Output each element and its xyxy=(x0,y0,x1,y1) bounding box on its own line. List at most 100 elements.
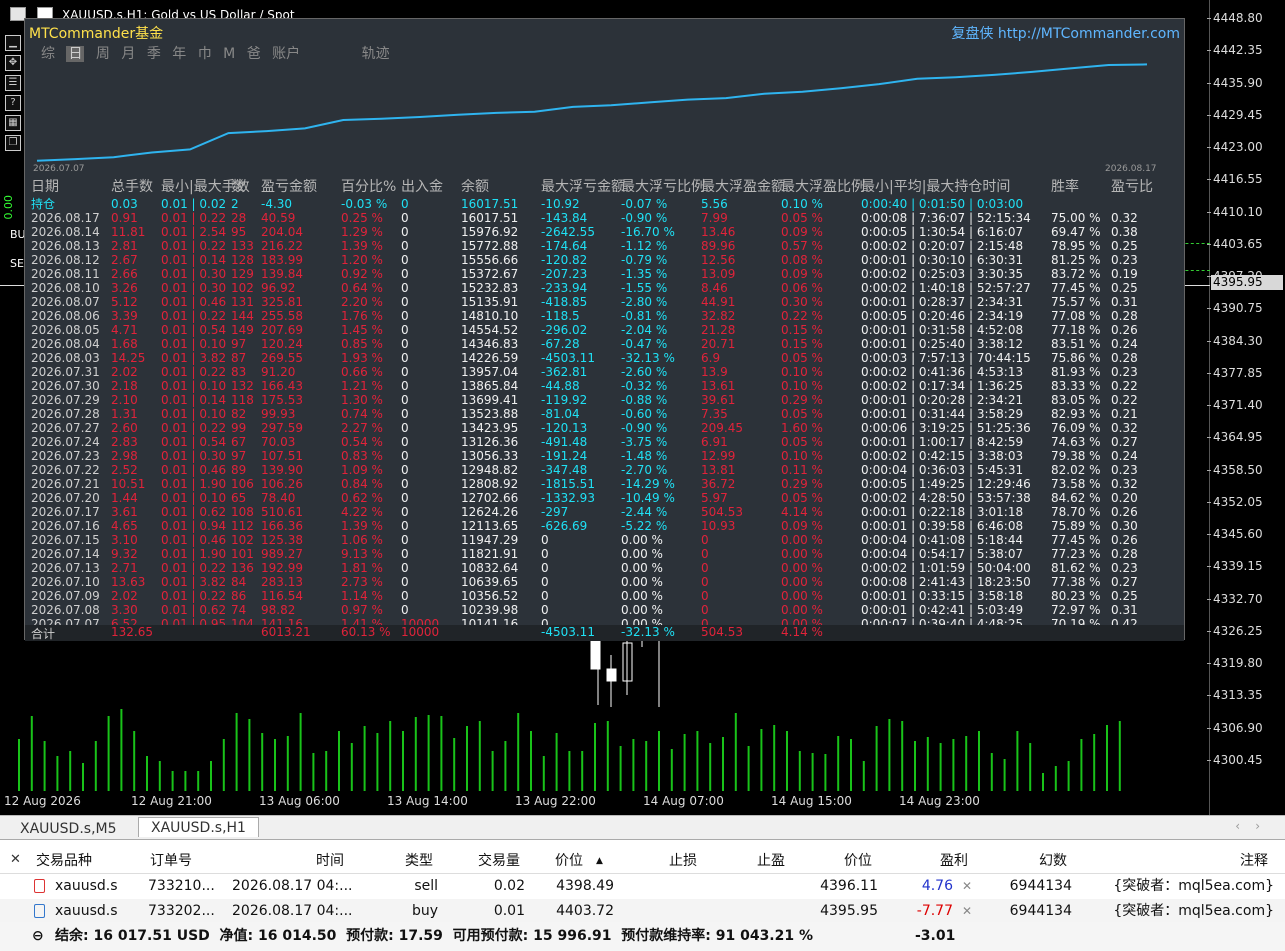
tab-period[interactable]: 年 xyxy=(172,46,186,62)
table-cell: 0:00:01 | 0:31:44 | 3:58:29 xyxy=(861,407,1024,421)
col-magic[interactable]: 幻数 xyxy=(1039,848,1067,874)
price-tick: 4319.80 xyxy=(1207,656,1263,670)
table-row: 2026.08.12 2.67 0.01 | 0.14 128 183.99 1.20 %… xyxy=(25,253,1184,267)
tab-period[interactable]: 爸 xyxy=(247,46,261,62)
help-icon[interactable]: ? xyxy=(5,95,21,111)
restore-icon[interactable]: ❐ xyxy=(5,135,21,151)
table-cell: 0.22 xyxy=(1111,393,1138,407)
table-cell: 0.01 | 0.46 xyxy=(161,295,227,309)
tab-period[interactable]: 季 xyxy=(147,46,161,62)
tab-period[interactable]: 周 xyxy=(96,46,110,62)
tab-period[interactable]: 综 xyxy=(41,46,55,62)
table-cell: 12702.66 xyxy=(461,491,519,505)
col-sl[interactable]: 止损 xyxy=(669,848,697,874)
brand-right[interactable]: 复盘侠 http://MTCommander.com xyxy=(951,23,1180,43)
col-symbol[interactable]: 交易品种 xyxy=(36,848,92,874)
chart-tab[interactable]: XAUUSD.s,M5 xyxy=(8,819,129,839)
close-position-icon[interactable]: ✕ xyxy=(962,874,972,899)
table-header-cell: 最大浮盈金额 xyxy=(701,179,785,195)
table-cell: 192.99 xyxy=(261,561,303,575)
table-cell: 0.19 xyxy=(1111,267,1138,281)
price-chart[interactable]: XAUUSD.s,H1: Gold vs US Dollar / Spot ▁ … xyxy=(0,0,1210,815)
table-cell: 86 xyxy=(231,589,247,603)
tab-period[interactable]: 账户 xyxy=(272,46,300,62)
table-cell: 0.10 % xyxy=(781,449,823,463)
move-icon[interactable]: ✥ xyxy=(5,55,21,71)
col-type[interactable]: 类型 xyxy=(405,848,433,874)
stats-table: 日期 总手数 最小|最大手数数盈亏金额 百分比% 出入金 余额 最大浮亏金额 最大浮亏比例 最大… xyxy=(25,177,1184,631)
col-ticket[interactable]: 订单号 xyxy=(150,848,192,874)
table-cell: 0.09 % xyxy=(781,519,823,533)
col-comment[interactable]: 注释 xyxy=(1240,848,1268,874)
table-cell: 11.81 xyxy=(111,225,146,239)
table-cell: 4.22 % xyxy=(341,505,383,519)
table-cell: 10639.65 xyxy=(461,575,519,589)
tab-period[interactable]: 月 xyxy=(121,46,135,62)
table-cell: 0.01 | 0.46 xyxy=(161,463,227,477)
table-cell: -120.13 xyxy=(541,421,588,435)
col-open-price[interactable]: 价位 xyxy=(555,848,583,874)
table-cell: 81.93 % xyxy=(1051,365,1101,379)
table-cell: 15556.66 xyxy=(461,253,519,267)
tab-period[interactable]: M xyxy=(223,46,235,62)
trade-cell-symbol: xauusd.s xyxy=(55,878,118,894)
minimize-icon[interactable]: ▁ xyxy=(5,35,21,51)
table-cell: 0:00:02 | 4:28:50 | 53:57:38 xyxy=(861,491,1031,505)
tab-period[interactable]: 轨迹 xyxy=(362,46,390,62)
chart-tab-active[interactable]: XAUUSD.s,H1 xyxy=(138,817,259,837)
table-cell: 0.97 % xyxy=(341,603,383,617)
table-cell: 0:00:05 | 1:30:54 | 6:16:07 xyxy=(861,225,1024,239)
table-cell: 15135.91 xyxy=(461,295,519,309)
table-cell: 12808.92 xyxy=(461,477,519,491)
buy-order-icon xyxy=(34,904,45,918)
table-cell: 0.27 xyxy=(1111,435,1138,449)
table-header-cell: 盈亏金额 xyxy=(261,179,317,195)
table-header-cell: 总手数 xyxy=(111,179,153,195)
close-position-icon[interactable]: ✕ xyxy=(962,899,972,924)
table-cell: 0.57 % xyxy=(781,239,823,253)
list-icon[interactable]: ☰ xyxy=(5,75,21,91)
col-tp[interactable]: 止盈 xyxy=(757,848,785,874)
collapse-icon[interactable]: ⊖ xyxy=(32,922,44,951)
table-cell: 77.08 % xyxy=(1051,309,1101,323)
trade-cell-profit: -7.77 xyxy=(916,903,953,919)
table-cell: 0 xyxy=(401,337,409,351)
trade-row[interactable]: xauusd.s 733202... 2026.08.17 04:... buy 0.0… xyxy=(0,899,1285,924)
table-cell: 149 xyxy=(231,323,254,337)
table-cell: 2026.07.22 xyxy=(31,463,100,477)
table-cell: 2026.07.15 xyxy=(31,533,100,547)
table-cell: 0.01 | 0.22 xyxy=(161,561,227,575)
table-cell: -174.64 xyxy=(541,239,588,253)
trade-row[interactable]: xauusd.s 733210... 2026.08.17 04:... sell 0.… xyxy=(0,874,1285,899)
table-cell: 16017.51 xyxy=(461,197,519,211)
table-cell: 97 xyxy=(231,337,247,351)
time-label: 13 Aug 22:00 xyxy=(515,794,596,808)
table-cell: 82.02 % xyxy=(1051,463,1101,477)
table-cell: 75.86 % xyxy=(1051,351,1101,365)
table-cell: -2.60 % xyxy=(621,365,668,379)
col-time[interactable]: 时间 xyxy=(316,848,344,874)
col-price[interactable]: 价位 xyxy=(844,848,872,874)
tab-period[interactable]: 巾 xyxy=(198,46,212,62)
tab-period-active[interactable]: 日 xyxy=(66,46,85,62)
grid-icon[interactable]: ▦ xyxy=(5,115,21,131)
table-cell: 2026.07.23 xyxy=(31,449,100,463)
table-cell: -10.49 % xyxy=(621,491,675,505)
table-cell: 0 xyxy=(401,225,409,239)
table-cell: 0.01 | 0.02 xyxy=(161,197,227,211)
mini-start-date: 2026.07.07 xyxy=(33,164,85,174)
table-cell: 16017.51 xyxy=(461,211,519,225)
table-cell: 77.23 % xyxy=(1051,547,1101,561)
table-cell: 0 xyxy=(401,561,409,575)
trade-cell-symbol: xauusd.s xyxy=(55,903,118,919)
scroll-right-icon[interactable]: › xyxy=(1255,819,1260,833)
table-cell: 15232.83 xyxy=(461,281,519,295)
table-cell: 3.39 xyxy=(111,309,138,323)
col-profit[interactable]: 盈利 xyxy=(940,848,968,874)
table-cell: 2 xyxy=(231,197,239,211)
table-cell: 0:00:04 | 0:54:17 | 5:38:07 xyxy=(861,547,1024,561)
scroll-left-icon[interactable]: ‹ xyxy=(1235,819,1240,833)
table-cell: 89.96 xyxy=(701,239,736,253)
col-volume[interactable]: 交易量 xyxy=(478,848,520,874)
table-cell: 2026.08.13 xyxy=(31,239,100,253)
